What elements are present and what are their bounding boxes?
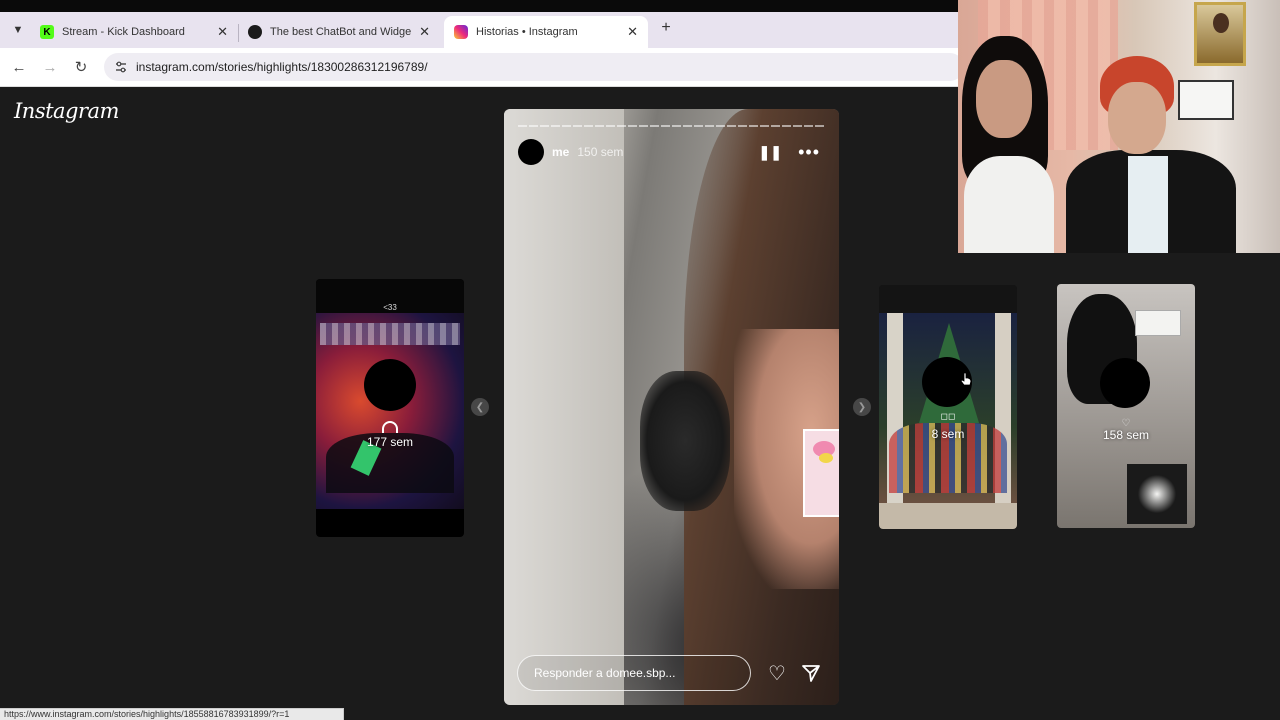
my-melody-sticker bbox=[803, 429, 839, 517]
story-user-avatar[interactable] bbox=[518, 139, 544, 165]
reply-input[interactable]: Responder a domee.sbp... bbox=[517, 655, 751, 691]
kitten bbox=[1127, 464, 1187, 524]
group-photo bbox=[879, 313, 1017, 503]
story-avatar bbox=[364, 359, 416, 411]
tab-title: The best ChatBot and Widgets bbox=[270, 26, 412, 38]
link-status-bar: https://www.instagram.com/stories/highli… bbox=[0, 708, 344, 720]
close-tab-icon[interactable]: ✕ bbox=[627, 24, 638, 40]
like-heart-icon[interactable]: ♡ bbox=[766, 662, 788, 685]
instagram-logo[interactable]: Instagram bbox=[14, 99, 119, 123]
story-caption: <33 bbox=[383, 303, 397, 312]
previous-story-arrow-icon[interactable]: ❮ bbox=[471, 398, 489, 416]
browser-top-strip bbox=[0, 0, 958, 12]
story-preview-christmas[interactable]: ◻◻ 8 sem bbox=[879, 285, 1017, 529]
tab-chatbot[interactable]: The best ChatBot and Widgets ✕ bbox=[238, 16, 440, 48]
story-age-label: 158 sem bbox=[1102, 428, 1150, 442]
streamer-left bbox=[958, 36, 1058, 253]
story-age-label: 177 sem bbox=[366, 435, 414, 449]
address-bar[interactable]: instagram.com/stories/highlights/1830028… bbox=[104, 53, 964, 81]
more-options-icon[interactable]: ••• bbox=[798, 142, 820, 163]
concert-photo bbox=[316, 313, 464, 509]
instagram-favicon-icon bbox=[454, 25, 468, 39]
story-preview-cats[interactable]: ♡ 158 sem bbox=[1057, 284, 1195, 528]
story-header: me 150 sem ❚❚ ••• bbox=[518, 139, 826, 165]
back-arrow-icon[interactable]: ← bbox=[9, 57, 29, 77]
next-story-arrow-icon[interactable]: ❯ bbox=[853, 398, 871, 416]
hand-cursor-icon bbox=[960, 372, 972, 386]
story-preview-left[interactable]: <33 177 sem bbox=[316, 279, 464, 537]
webcam-overlay bbox=[958, 0, 1280, 253]
chatbot-favicon-icon bbox=[248, 25, 262, 39]
new-tab-plus-icon[interactable]: + bbox=[656, 18, 676, 38]
boxes-icon: ◻◻ bbox=[940, 411, 956, 421]
url-text: instagram.com/stories/highlights/1830028… bbox=[136, 60, 428, 74]
forward-arrow-icon[interactable]: → bbox=[40, 57, 60, 77]
site-settings-icon[interactable] bbox=[114, 60, 128, 74]
tab-instagram-stories[interactable]: Historias • Instagram ✕ bbox=[444, 16, 648, 48]
pause-icon[interactable]: ❚❚ bbox=[759, 144, 782, 161]
story-avatar bbox=[1100, 358, 1150, 408]
story-timestamp: 150 sem bbox=[577, 145, 624, 159]
navigation-bar: ← → ↻ instagram.com/stories/highlights/1… bbox=[0, 48, 964, 87]
close-tab-icon[interactable]: ✕ bbox=[217, 24, 228, 40]
tab-kick-dashboard[interactable]: K Stream - Kick Dashboard ✕ bbox=[30, 16, 238, 48]
main-story-viewer[interactable]: me 150 sem ❚❚ ••• Responder a domee.sbp.… bbox=[504, 109, 839, 705]
tab-title: Historias • Instagram bbox=[476, 26, 578, 38]
story-username[interactable]: me bbox=[552, 145, 569, 159]
close-tab-icon[interactable]: ✕ bbox=[419, 24, 430, 40]
wall-background bbox=[504, 109, 624, 705]
reload-icon[interactable]: ↻ bbox=[71, 57, 91, 77]
kick-favicon-icon: K bbox=[40, 25, 54, 39]
story-age-label: 8 sem bbox=[931, 427, 965, 441]
tab-title: Stream - Kick Dashboard bbox=[62, 26, 185, 38]
tab-bar: ▼ K Stream - Kick Dashboard ✕ The best C… bbox=[0, 12, 958, 48]
send-direct-icon[interactable] bbox=[800, 662, 822, 684]
story-progress-bar bbox=[518, 125, 826, 127]
headphones-icon bbox=[382, 421, 398, 433]
streamer-right bbox=[1066, 56, 1236, 253]
tab-search-chevron-icon[interactable]: ▼ bbox=[8, 20, 28, 40]
cat-photo bbox=[640, 371, 730, 511]
